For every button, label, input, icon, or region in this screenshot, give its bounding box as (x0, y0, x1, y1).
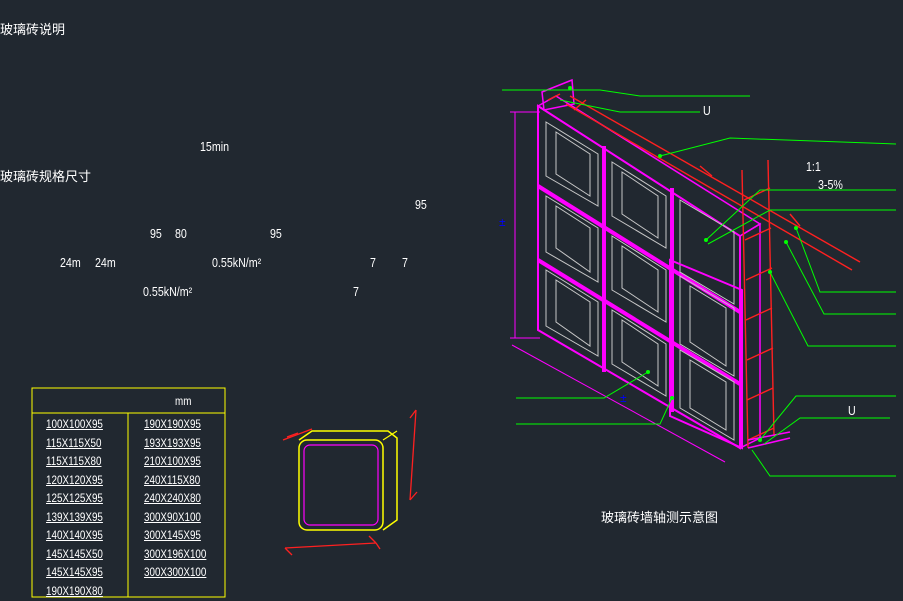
table-cell: 193X193X95 (144, 435, 201, 450)
note-number: 7 (370, 255, 376, 270)
label-u-channel-bottom: U (848, 403, 856, 418)
table-cell: 140X140X95 (46, 528, 103, 542)
label-slope-ratio: 1:1 (806, 159, 821, 174)
notes-heading: 玻璃砖说明 (0, 23, 66, 38)
note-number: 80 (175, 226, 187, 241)
table-cell: 115X115X80 (46, 454, 102, 468)
note-dimension: 24m (60, 255, 81, 270)
table-cell: 145X145X95 (46, 565, 103, 579)
note-number: 95 (415, 197, 427, 212)
table-cell: 300X145X95 (144, 528, 201, 542)
diagram-caption: 玻璃砖墙轴测示意图 (601, 511, 719, 526)
table-unit: mm (175, 394, 192, 408)
table-cell: 120X120X95 (46, 472, 103, 487)
spec-heading: 玻璃砖规格尺寸 (0, 170, 92, 185)
brick-detail (282, 409, 418, 556)
note-duration: 15min (200, 139, 230, 154)
svg-text:±: ± (499, 215, 506, 229)
cad-drawing-canvas: ± ± (31, 78, 897, 598)
table-cell: 139X139X95 (46, 509, 103, 524)
table-cell: 240X240X80 (144, 491, 201, 505)
note-number: 95 (270, 226, 282, 241)
table-cell: 190X190X95 (144, 417, 201, 431)
label-slope-percent: 3-5% (818, 177, 843, 192)
svg-text:±: ± (620, 391, 627, 405)
table-cell: 125X125X95 (46, 491, 103, 505)
note-number: 7 (402, 255, 408, 270)
table-cell: 300X196X100 (144, 546, 207, 561)
table-cell: 300X300X100 (144, 565, 207, 579)
table-cell: 210X100X95 (144, 454, 201, 468)
note-load: 0.55kN/m² (212, 255, 262, 270)
note-number: 95 (150, 226, 162, 241)
table-cell: 240X115X80 (144, 472, 201, 487)
note-number: 7 (353, 284, 359, 299)
note-dimension: 24m (95, 255, 116, 270)
label-u-channel-top: U (703, 103, 711, 118)
table-cell: 190X190X80 (46, 583, 103, 598)
note-load: 0.55kN/m² (143, 284, 193, 299)
axonometric-wall: ± ± (499, 78, 897, 477)
table-cell: 115X115X50 (46, 435, 102, 450)
table-cell: 145X145X50 (46, 546, 103, 561)
table-cell: 300X90X100 (144, 509, 201, 524)
table-cell: 100X100X95 (46, 417, 103, 431)
